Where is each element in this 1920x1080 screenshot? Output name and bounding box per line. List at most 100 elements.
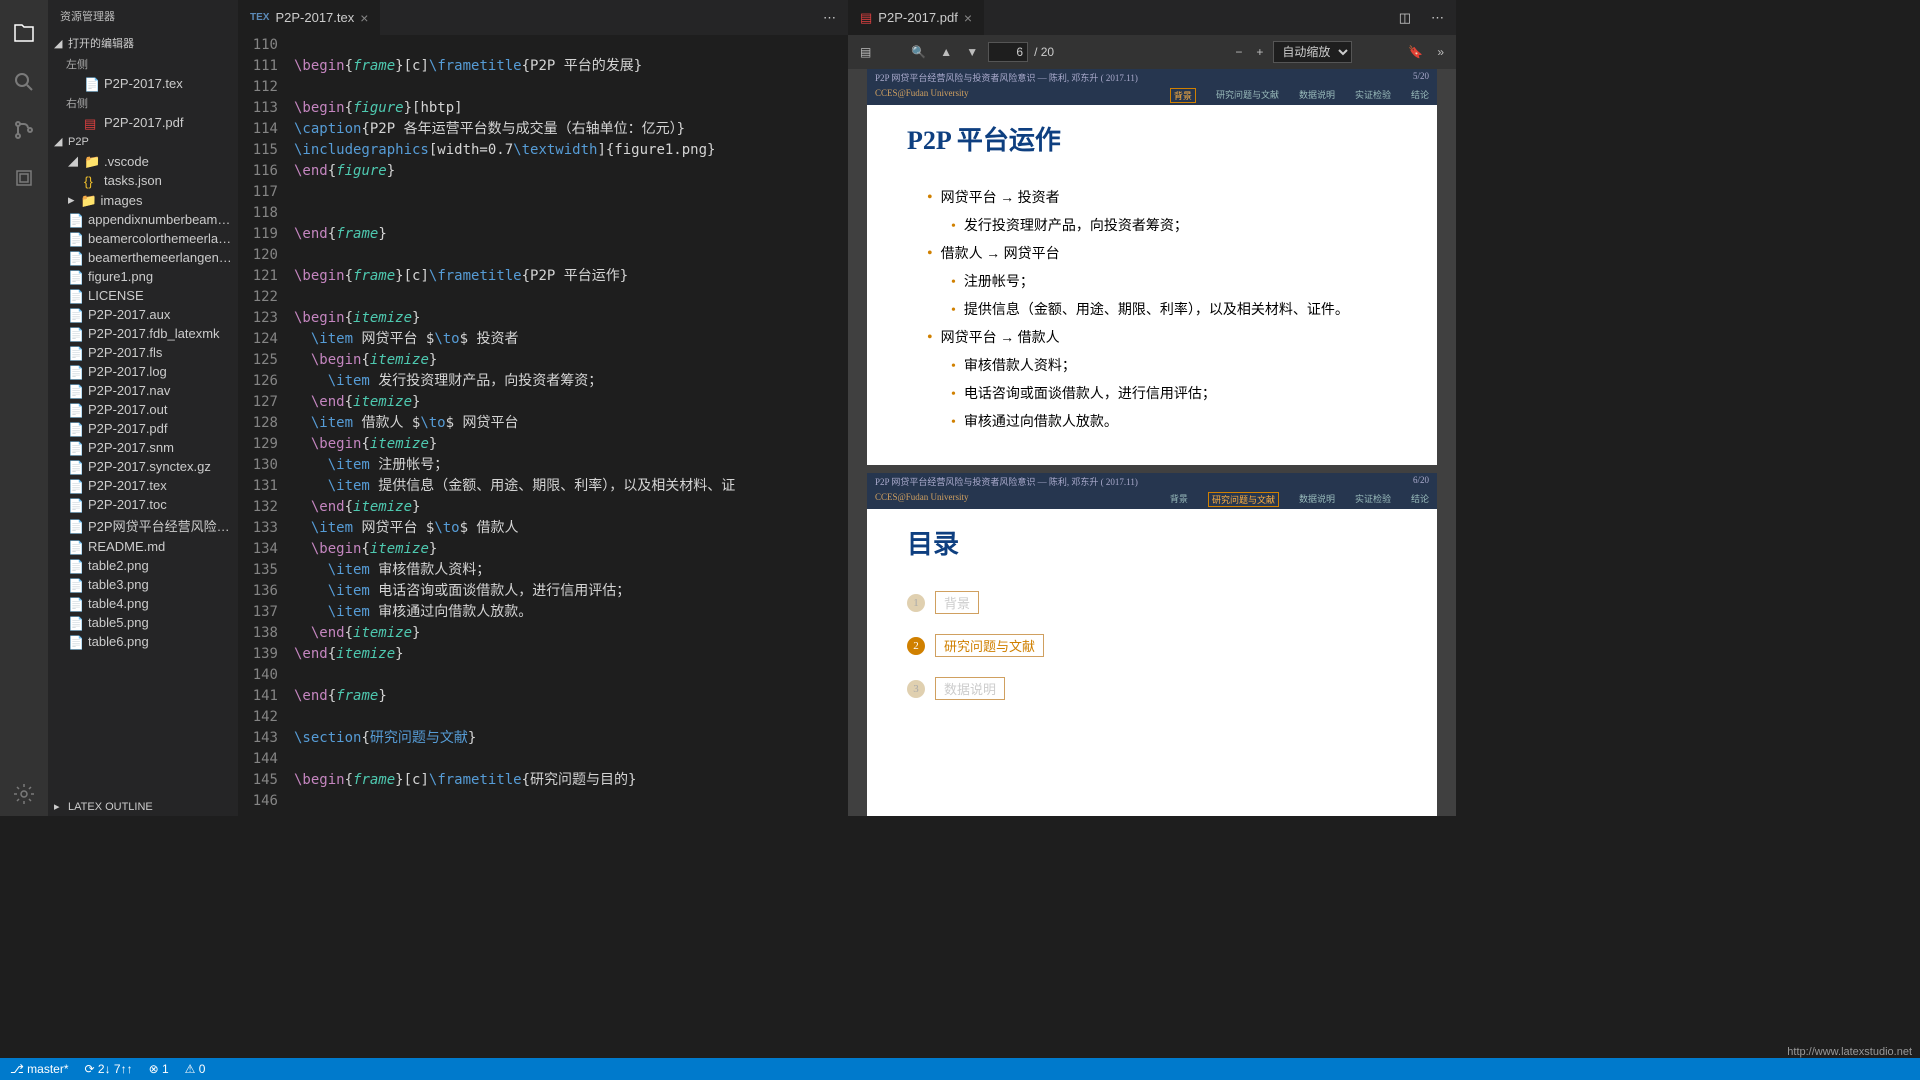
- file-item[interactable]: 📄P2P-2017.fdb_latexmk: [48, 324, 238, 343]
- group-left: 左侧: [48, 54, 238, 74]
- file-item[interactable]: 📄P2P-2017.synctex.gz: [48, 457, 238, 476]
- split-icon[interactable]: ◫: [1391, 10, 1419, 26]
- page-total: / 20: [1034, 45, 1054, 59]
- file-item[interactable]: 📄table5.png: [48, 613, 238, 632]
- errors[interactable]: ⊗ 1: [149, 1062, 169, 1076]
- file-icon: 📄: [68, 479, 82, 493]
- file-icon: 📄: [68, 232, 82, 246]
- project-header[interactable]: ◢P2P: [48, 132, 238, 151]
- pdf-tabs: ▤ P2P-2017.pdf × ◫ ⋯: [848, 0, 1456, 35]
- activity-bar: [0, 0, 48, 816]
- sidebar-toggle-icon[interactable]: ▤: [856, 41, 875, 63]
- minimap[interactable]: [800, 35, 848, 816]
- zoom-select[interactable]: 自动缩放: [1273, 41, 1352, 63]
- file-item[interactable]: 📄P2P网贷平台经营风险…: [48, 514, 238, 537]
- prev-page-icon[interactable]: ▲: [936, 41, 956, 63]
- code-editor[interactable]: 1101111121131141151161171181191201211221…: [238, 35, 848, 816]
- close-icon[interactable]: ×: [964, 10, 972, 26]
- file-icon: 📄: [68, 498, 82, 512]
- file-item[interactable]: 📄beamercolorthemeerla…: [48, 229, 238, 248]
- sidebar-title: 资源管理器: [48, 0, 238, 32]
- file-icon: 📄: [68, 441, 82, 455]
- debug-icon[interactable]: [12, 166, 36, 190]
- more-icon[interactable]: ⋯: [1419, 10, 1456, 26]
- pdf-page-6: P2P 网贷平台经营风险与投资者风险意识 — 陈利, 邓东升 ( 2017.11…: [867, 473, 1437, 816]
- pdf-icon: ▤: [860, 10, 872, 26]
- folder-icon: 📁: [81, 193, 95, 207]
- file-icon: 📄: [68, 327, 82, 341]
- pdf-viewer[interactable]: P2P 网贷平台经营风险与投资者风险意识 — 陈利, 邓东升 ( 2017.11…: [848, 69, 1456, 816]
- file-icon: 📄: [68, 270, 82, 284]
- group-right: 右侧: [48, 93, 238, 113]
- file-icon: 📄: [68, 289, 82, 303]
- close-icon[interactable]: ×: [360, 10, 368, 26]
- zoom-out-icon[interactable]: −: [1231, 41, 1246, 63]
- file-item[interactable]: 📄table4.png: [48, 594, 238, 613]
- file-item[interactable]: 📄table6.png: [48, 632, 238, 651]
- sidebar: 资源管理器 ◢打开的编辑器 左侧 📄P2P-2017.tex 右侧 ▤P2P-2…: [48, 0, 238, 816]
- file-icon: 📄: [68, 635, 82, 649]
- slide-title: P2P 平台运作: [907, 120, 1397, 157]
- file-item[interactable]: 📄figure1.png: [48, 267, 238, 286]
- folder-vscode[interactable]: ◢📁.vscode: [48, 151, 238, 171]
- tab-more-icon[interactable]: ⋯: [811, 10, 848, 26]
- open-editor-pdf[interactable]: ▤P2P-2017.pdf: [48, 113, 238, 132]
- file-icon: 📄: [68, 346, 82, 360]
- file-icon: 📄: [68, 519, 82, 533]
- file-item[interactable]: 📄appendixnumberbeam…: [48, 210, 238, 229]
- tab-pdf[interactable]: ▤ P2P-2017.pdf ×: [848, 0, 984, 35]
- latex-outline-header[interactable]: ▸LATEX OUTLINE: [48, 797, 238, 816]
- file-icon: 📄: [68, 597, 82, 611]
- file-item[interactable]: 📄README.md: [48, 537, 238, 556]
- zoom-in-icon[interactable]: +: [1252, 41, 1267, 63]
- file-item[interactable]: 📄LICENSE: [48, 286, 238, 305]
- file-icon: 📄: [68, 540, 82, 554]
- find-icon[interactable]: 🔍: [907, 41, 930, 63]
- file-icon: 📄: [68, 422, 82, 436]
- file-item[interactable]: 📄P2P-2017.toc: [48, 495, 238, 514]
- tab-tex[interactable]: TEX P2P-2017.tex ×: [238, 0, 380, 35]
- bookmark-icon[interactable]: 🔖: [1404, 41, 1427, 63]
- file-tasks[interactable]: {}tasks.json: [48, 171, 238, 190]
- file-item[interactable]: 📄beamerthemeerlangen…: [48, 248, 238, 267]
- folder-icon: 📁: [84, 154, 98, 168]
- file-item[interactable]: 📄table3.png: [48, 575, 238, 594]
- file-item[interactable]: 📄P2P-2017.snm: [48, 438, 238, 457]
- file-item[interactable]: 📄P2P-2017.tex: [48, 476, 238, 495]
- file-item[interactable]: 📄P2P-2017.log: [48, 362, 238, 381]
- file-item[interactable]: 📄table2.png: [48, 556, 238, 575]
- editor-group: TEX P2P-2017.tex × ⋯ 1101111121131141151…: [238, 0, 848, 816]
- file-item[interactable]: 📄P2P-2017.aux: [48, 305, 238, 324]
- file-item[interactable]: 📄P2P-2017.pdf: [48, 419, 238, 438]
- explorer-icon[interactable]: [12, 22, 36, 46]
- file-icon: 📄: [68, 365, 82, 379]
- search-icon[interactable]: [12, 70, 36, 94]
- file-icon: 📄: [68, 384, 82, 398]
- open-editor-tex[interactable]: 📄P2P-2017.tex: [48, 74, 238, 93]
- status-bar: ⎇ master* ⟳ 2↓ 7↑↑ ⊗ 1 ⚠ 0: [0, 1058, 1920, 1080]
- git-branch[interactable]: ⎇ master*: [10, 1062, 69, 1076]
- file-item[interactable]: 📄P2P-2017.fls: [48, 343, 238, 362]
- expand-icon[interactable]: »: [1433, 41, 1448, 63]
- pdf-icon: ▤: [84, 116, 98, 130]
- file-icon: 📄: [68, 578, 82, 592]
- folder-images[interactable]: ▸📁images: [48, 190, 238, 210]
- warnings[interactable]: ⚠ 0: [185, 1062, 206, 1076]
- watermark: http://www.latexstudio.net: [1787, 1046, 1912, 1058]
- file-icon: 📄: [68, 616, 82, 630]
- pdf-pane: ▤ P2P-2017.pdf × ◫ ⋯ ▤ 🔍 ▲ ▼ / 20 − + 自动…: [848, 0, 1456, 816]
- scm-icon[interactable]: [12, 118, 36, 142]
- file-icon: 📄: [68, 460, 82, 474]
- file-icon: 📄: [68, 403, 82, 417]
- page-input[interactable]: [988, 42, 1028, 62]
- file-icon: 📄: [68, 308, 82, 322]
- settings-icon[interactable]: [12, 782, 36, 806]
- tex-icon: 📄: [84, 77, 98, 91]
- next-page-icon[interactable]: ▼: [962, 41, 982, 63]
- file-item[interactable]: 📄P2P-2017.out: [48, 400, 238, 419]
- file-item[interactable]: 📄P2P-2017.nav: [48, 381, 238, 400]
- git-sync[interactable]: ⟳ 2↓ 7↑↑: [85, 1062, 133, 1076]
- tex-icon: TEX: [250, 12, 269, 23]
- editor-tabs: TEX P2P-2017.tex × ⋯: [238, 0, 848, 35]
- open-editors-header[interactable]: ◢打开的编辑器: [48, 32, 238, 54]
